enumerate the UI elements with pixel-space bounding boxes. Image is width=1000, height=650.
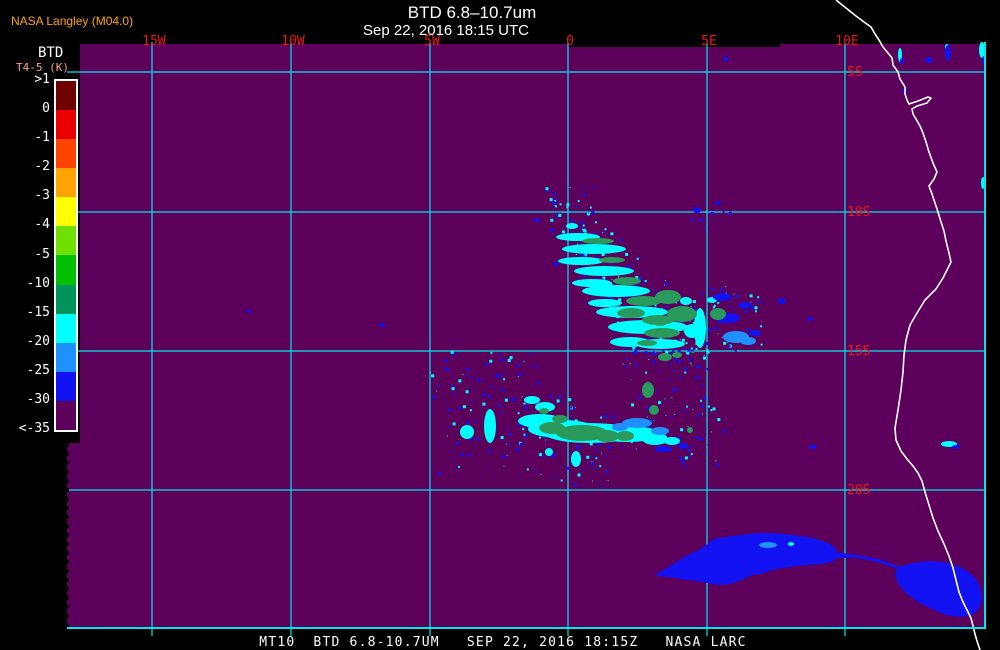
colorbar-segment bbox=[56, 139, 76, 169]
colorbar-tick-label: -3 bbox=[34, 188, 50, 204]
colorbar-tick-label: >1 bbox=[34, 72, 50, 87]
satellite-image-viewer: NASA Langley (M04.0) BTD 6.8–10.7um Sep … bbox=[0, 0, 1000, 650]
longitude-label: 10W bbox=[281, 34, 305, 49]
colorbar-tick-label: 0 bbox=[42, 101, 50, 117]
page-subtitle: Sep 22, 2016 18:15 UTC bbox=[363, 22, 529, 39]
colorbar-title: BTD bbox=[38, 45, 64, 61]
colorbar-segment bbox=[56, 400, 76, 430]
colorbar-segment bbox=[56, 168, 76, 198]
colorbar-tick-label: -15 bbox=[26, 304, 50, 320]
latitude-label: 20S bbox=[847, 483, 871, 498]
colorbar-segment bbox=[56, 226, 76, 256]
longitude-label: 10E bbox=[835, 34, 859, 49]
colorbar-tick-label: -25 bbox=[26, 362, 50, 378]
colorbar-tick-label: -30 bbox=[26, 391, 50, 407]
colorbar bbox=[54, 79, 78, 432]
map-canvas bbox=[0, 0, 986, 650]
colorbar-segment bbox=[56, 342, 76, 372]
status-bar: MT10 BTD 6.8-10.7UM SEP 22, 2016 18:15Z … bbox=[259, 635, 747, 650]
colorbar-segment bbox=[56, 81, 76, 111]
longitude-label: 5E bbox=[701, 34, 717, 49]
colorbar-tick-label: -10 bbox=[26, 275, 50, 291]
colorbar-tick-label: -20 bbox=[26, 333, 50, 349]
page-title: BTD 6.8–10.7um bbox=[407, 3, 537, 22]
colorbar-segment bbox=[56, 371, 76, 401]
latitude-label: 10S bbox=[847, 205, 871, 220]
latitude-label: 15S bbox=[847, 344, 871, 359]
credit-label: NASA Langley (M04.0) bbox=[11, 14, 134, 28]
colorbar-tick-label: -5 bbox=[34, 246, 50, 262]
longitude-label: 5W bbox=[424, 34, 440, 49]
colorbar-segment bbox=[56, 110, 76, 140]
colorbar-tick-label: -4 bbox=[34, 217, 50, 233]
colorbar-tick-label: -2 bbox=[34, 159, 50, 175]
colorbar-segment bbox=[56, 255, 76, 285]
colorbar-tick-label: -1 bbox=[34, 130, 50, 146]
colorbar-segment bbox=[56, 313, 76, 343]
colorbar-tick-label: <-35 bbox=[18, 421, 50, 436]
latitude-label: 5S bbox=[847, 65, 863, 80]
longitude-label: 15W bbox=[142, 34, 166, 49]
longitude-label: 0 bbox=[566, 34, 574, 49]
colorbar-segment bbox=[56, 197, 76, 227]
colorbar-segment bbox=[56, 284, 76, 314]
